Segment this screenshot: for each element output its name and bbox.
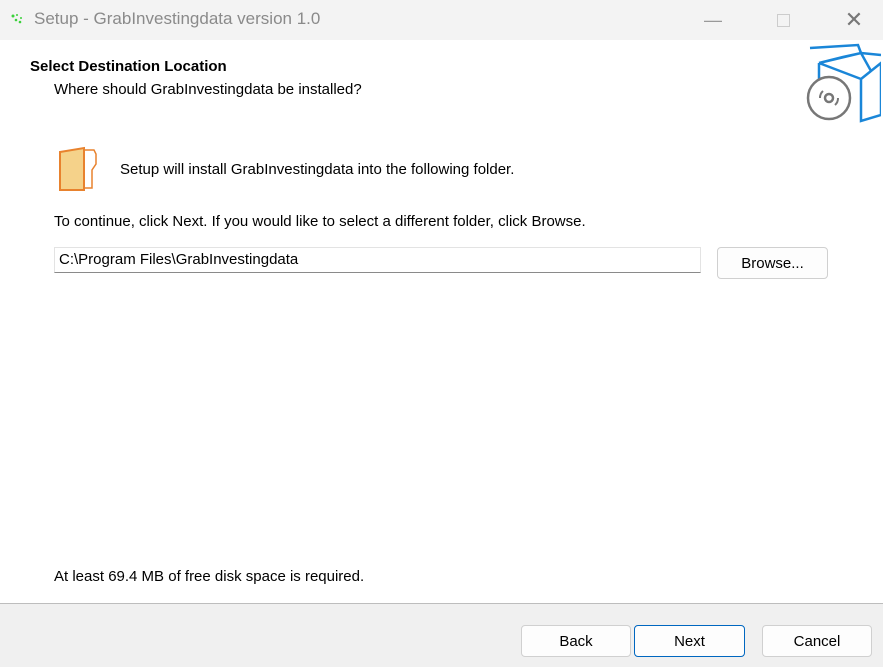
instructions-text: To continue, click Next. If you would li…	[54, 213, 586, 230]
maximize-icon	[776, 13, 790, 27]
minimize-button[interactable]: —	[690, 0, 736, 40]
page-title: Select Destination Location	[30, 58, 227, 75]
next-button[interactable]: Next	[634, 625, 745, 657]
window-title: Setup - GrabInvestingdata version 1.0	[34, 9, 321, 28]
install-text: Setup will install GrabInvestingdata int…	[120, 161, 515, 178]
destination-path-input[interactable]: C:\Program Files\GrabInvestingdata	[54, 247, 701, 273]
maximize-button[interactable]	[760, 0, 806, 40]
close-button[interactable]: ✕	[831, 0, 877, 40]
minimize-icon: —	[704, 9, 722, 30]
footer: Back Next Cancel	[0, 603, 883, 667]
back-button[interactable]: Back	[521, 625, 631, 657]
page-subtitle: Where should GrabInvestingdata be instal…	[54, 81, 362, 98]
close-icon: ✕	[844, 7, 864, 32]
browse-button[interactable]: Browse...	[717, 247, 828, 279]
title-bar: Setup - GrabInvestingdata version 1.0 — …	[0, 0, 883, 40]
cancel-button[interactable]: Cancel	[762, 625, 872, 657]
setup-icon	[11, 14, 22, 24]
disk-space-text: At least 69.4 MB of free disk space is r…	[54, 568, 365, 585]
folder-icon	[59, 146, 97, 191]
box-with-disc-icon	[806, 43, 881, 123]
